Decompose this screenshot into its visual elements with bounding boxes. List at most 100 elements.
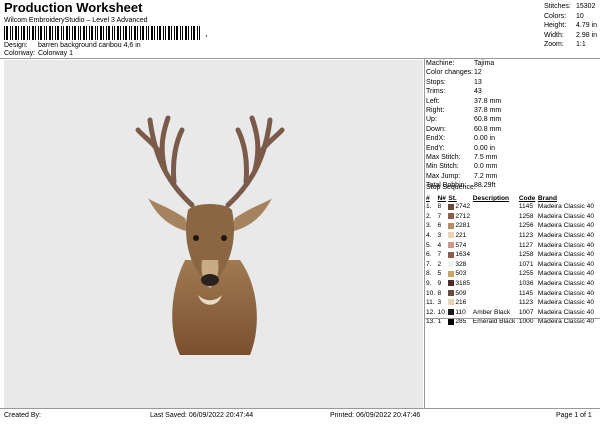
thread-brand: Madeira Classic 40 <box>537 203 594 211</box>
description <box>473 240 519 250</box>
row-number: 12. <box>426 308 436 316</box>
barcode-bar <box>32 26 34 40</box>
stitch-count: 1634 <box>455 251 470 259</box>
needle-number: 3 <box>437 299 442 307</box>
spec-value: 0.00 in <box>474 144 496 152</box>
thread-code: 1127 <box>518 241 533 249</box>
divider <box>424 58 425 408</box>
barcode-bar <box>140 26 141 40</box>
thread-code: 1123 <box>518 232 533 240</box>
thread-code: 1145 <box>518 203 533 211</box>
barcode-bar <box>66 26 68 40</box>
thread-code: 1145 <box>518 289 533 297</box>
barcode-bar <box>148 26 149 40</box>
spec-value: 60.8 mm <box>474 125 502 133</box>
thread-brand: Madeira Classic 40 <box>537 251 594 259</box>
description <box>473 221 519 231</box>
stitch-cell: 3185 <box>448 279 472 289</box>
needle-number: 6 <box>437 222 442 230</box>
color-swatch <box>448 251 455 258</box>
barcode-bar <box>78 26 79 40</box>
spec-value: 7.2 mm <box>474 172 498 180</box>
barcode-bar <box>80 26 81 40</box>
thread-code: 1258 <box>518 251 534 259</box>
stitch-cell: 1634 <box>448 250 472 260</box>
spec-row: Max Stitch: 7.5 mm <box>426 153 501 162</box>
barcode-bar <box>168 26 170 40</box>
barcode-bar <box>21 26 22 40</box>
barcode-bar <box>174 26 175 40</box>
column-header: # <box>426 195 430 202</box>
color-swatch <box>448 289 455 296</box>
needle-number: 7 <box>437 251 442 259</box>
thread-brand: Madeira Classic 40 <box>537 232 594 240</box>
spec-value: 37.8 mm <box>474 97 502 105</box>
printed-date: Printed: 06/09/2022 20:47:46 <box>330 412 421 419</box>
thread-brand: Madeira Classic 40 <box>537 308 594 316</box>
needle-number: 7 <box>437 212 442 220</box>
stitch-count: 328 <box>455 260 467 268</box>
spec-row: Stops: 13 <box>426 78 501 87</box>
barcode-bar <box>91 26 93 40</box>
spec-row: EndX: 0.00 in <box>426 134 501 143</box>
spec-value: 13 <box>474 78 482 86</box>
barcode-bar <box>106 26 107 40</box>
spec-row: Min Stitch: 0.0 mm <box>426 162 501 171</box>
thread-brand: Madeira Classic 40 <box>537 270 594 278</box>
barcode-bar <box>27 26 28 40</box>
spec-row: Left: 37.8 mm <box>426 97 501 106</box>
barcode-bar <box>38 26 39 40</box>
row-number: 4. <box>426 232 432 240</box>
barcode-bar <box>10 26 11 40</box>
stat-value: 2.98 in <box>576 31 598 39</box>
description <box>473 212 519 222</box>
barcode-bar <box>176 26 178 40</box>
color-swatch <box>448 261 455 268</box>
stitch-cell: 509 <box>448 288 472 298</box>
barcode-bar <box>72 26 73 40</box>
needle-number: 8 <box>437 289 442 297</box>
needle-number: 8 <box>437 203 442 211</box>
stitch-cell: 216 <box>448 298 472 308</box>
stat-row: Stitches: 15302 <box>544 2 597 12</box>
barcode-bar <box>142 26 144 40</box>
barcode-bar <box>57 26 59 40</box>
barcode-bar <box>112 26 113 40</box>
color-swatch <box>448 213 455 220</box>
barcode-bar <box>137 26 138 40</box>
column-header: N# <box>437 195 446 202</box>
barcode-bar <box>125 26 127 40</box>
spec-label: Left: <box>426 97 440 105</box>
colorway-value: Colorway 1 <box>37 50 73 57</box>
description <box>473 288 519 298</box>
divider <box>0 408 600 409</box>
table-row: 11. 3 216 1123 Madeira Classic 40 <box>426 298 598 308</box>
thread-brand: Madeira Classic 40 <box>537 280 594 288</box>
stitch-cell: 503 <box>448 269 472 279</box>
spec-row: Down: 60.8 mm <box>426 125 501 134</box>
barcode-bar <box>157 26 158 40</box>
barcode-bar <box>165 26 166 40</box>
stitch-count: 503 <box>455 270 467 278</box>
spec-value: 7.5 mm <box>474 154 498 162</box>
spec-row: EndY: 0.00 in <box>426 144 501 153</box>
description <box>473 202 519 212</box>
barcode-bar <box>52 26 53 40</box>
barcode-bar <box>61 26 62 40</box>
barcode-bar <box>97 26 98 40</box>
thread-brand: Madeira Classic 40 <box>537 241 594 249</box>
spec-value: Tajima <box>474 60 495 67</box>
barcode-bar <box>6 26 8 40</box>
stitch-count: 285 <box>455 318 467 326</box>
table-row: 10. 8 509 1145 Madeira Classic 40 <box>426 288 598 298</box>
row-number: 2. <box>426 212 432 220</box>
barcode-bar <box>163 26 164 40</box>
colorway-row: Colorway: Colorway 1 <box>4 50 73 57</box>
barcode-bar <box>114 26 115 40</box>
color-swatch <box>448 270 455 277</box>
barcode-bar <box>86 26 87 40</box>
barcode-bar <box>171 26 172 40</box>
color-swatch <box>448 203 455 210</box>
spec-label: Trims: <box>426 88 446 96</box>
barcode-bar <box>191 26 192 40</box>
